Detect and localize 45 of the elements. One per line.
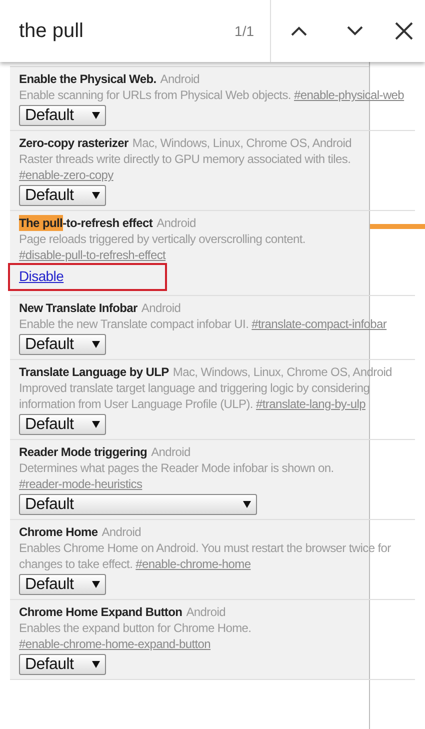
flag-title: New Translate Infobar [19,300,138,316]
flag-description: Enable scanning for URLs from Physical Web objects. #enable-physical-web [19,87,406,103]
flag-platforms: Android [156,215,196,231]
chevron-down-icon [347,26,363,36]
flag-title: Reader Mode triggering [19,444,148,460]
flag-title: Translate Language by ULP [19,364,169,380]
dropdown-arrow-icon [92,192,100,199]
flag-title: Zero-copy rasterizer [19,135,128,151]
flag-description: Page reloads triggered by vertically overscrolling content. #disable-pull-to-refresh-effect [19,231,306,263]
flag-platforms: Android [151,444,190,460]
flag-title: Chrome Home [19,524,98,540]
flag-platforms: Android [186,604,226,620]
flag-title: Enable the Physical Web. [19,71,156,87]
flag-description: Enable the new Translate compact infobar UI. #translate-compact-infobar [19,316,388,332]
dropdown[interactable]: Default [19,185,106,206]
dropdown-arrow-icon [92,112,100,119]
dropdown[interactable]: Default [19,574,106,595]
flag-description: Enables Chrome Home on Android. You must restart the browser twice for changes to take effect. #enable-chrome-home [19,540,392,572]
dropdown-arrow-icon [243,501,251,508]
dropdown[interactable]: Default [19,654,106,675]
flag-title: Chrome Home Expand Button [19,604,182,620]
dropdown-arrow-icon [92,661,100,668]
dropdown-arrow-icon [92,581,100,588]
find-field[interactable]: the pull [0,16,200,46]
flag-platforms: Android [141,300,181,316]
disable-link[interactable]: Disable [19,268,64,284]
chevron-up-icon [291,26,307,36]
dropdown[interactable]: Default [19,334,106,355]
flag-title: -to-refresh effect [62,215,153,231]
flag-description: Improved translate target language and triggering logic by considering information from User Language Profile (ULP). #translate-lang-by-ulp [19,380,371,412]
dropdown[interactable]: Default [19,494,257,515]
flag-platforms: Android [102,524,141,540]
flag-description: Determines what pages the Reader Mode infobar is shown on. #reader-mode-heuristics [19,460,335,492]
close-icon [395,22,413,40]
dropdown-arrow-icon [92,421,100,428]
flag-description: Enables the expand button for Chrome Home. #enable-chrome-home-expand-button [19,620,252,652]
flag-description: Raster threads write directly to GPU memory associated with tiles. #enable-zero-copy [19,151,352,183]
dropdown[interactable]: Default [19,105,106,126]
dropdown[interactable]: Default [19,414,106,435]
dropdown-arrow-icon [92,341,100,348]
flag-platforms: Android [160,71,200,87]
flag-platforms: Mac, Windows, Linux, Chrome OS, Android [132,135,352,151]
match-marker [370,224,425,229]
search-match-highlight: The pull [19,215,63,231]
match-count: 1/1 [234,22,254,40]
